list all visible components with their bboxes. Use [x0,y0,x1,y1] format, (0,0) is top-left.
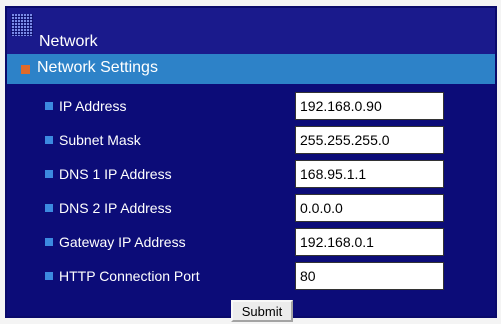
ip-address-input[interactable] [295,92,444,120]
gateway-input[interactable] [295,228,444,256]
dns1-label: DNS 1 IP Address [59,166,172,182]
gateway-label: Gateway IP Address [59,234,186,250]
ip-address-label: IP Address [59,98,127,114]
dns1-row: DNS 1 IP Address [7,160,495,190]
bullet-icon [45,204,53,212]
bullet-icon [45,238,53,246]
http-port-input[interactable] [295,262,444,290]
http-port-label: HTTP Connection Port [59,268,200,284]
dns2-input[interactable] [295,194,444,222]
section-header: Network Settings [7,54,495,84]
bullet-icon [45,136,53,144]
bullet-icon [45,170,53,178]
dns1-input[interactable] [295,160,444,188]
dns2-label: DNS 2 IP Address [59,200,172,216]
section-title: Network Settings [37,59,158,76]
subnet-mask-input[interactable] [295,126,444,154]
http-port-row: HTTP Connection Port [7,262,495,292]
grid-logo-icon [11,14,33,36]
subnet-mask-label: Subnet Mask [59,132,141,148]
bullet-icon [45,102,53,110]
submit-button[interactable]: Submit [231,300,293,322]
title-bar: Network [7,8,495,54]
settings-form: IP Address Subnet Mask DNS 1 IP Address … [7,84,495,322]
network-panel: Network Network Settings IP Address Subn… [5,6,497,322]
dns2-row: DNS 2 IP Address [7,194,495,224]
section-bullet-icon [21,65,30,74]
gateway-row: Gateway IP Address [7,228,495,258]
ip-address-row: IP Address [7,92,495,122]
page-title: Network [39,33,98,50]
bullet-icon [45,272,53,280]
subnet-mask-row: Subnet Mask [7,126,495,156]
